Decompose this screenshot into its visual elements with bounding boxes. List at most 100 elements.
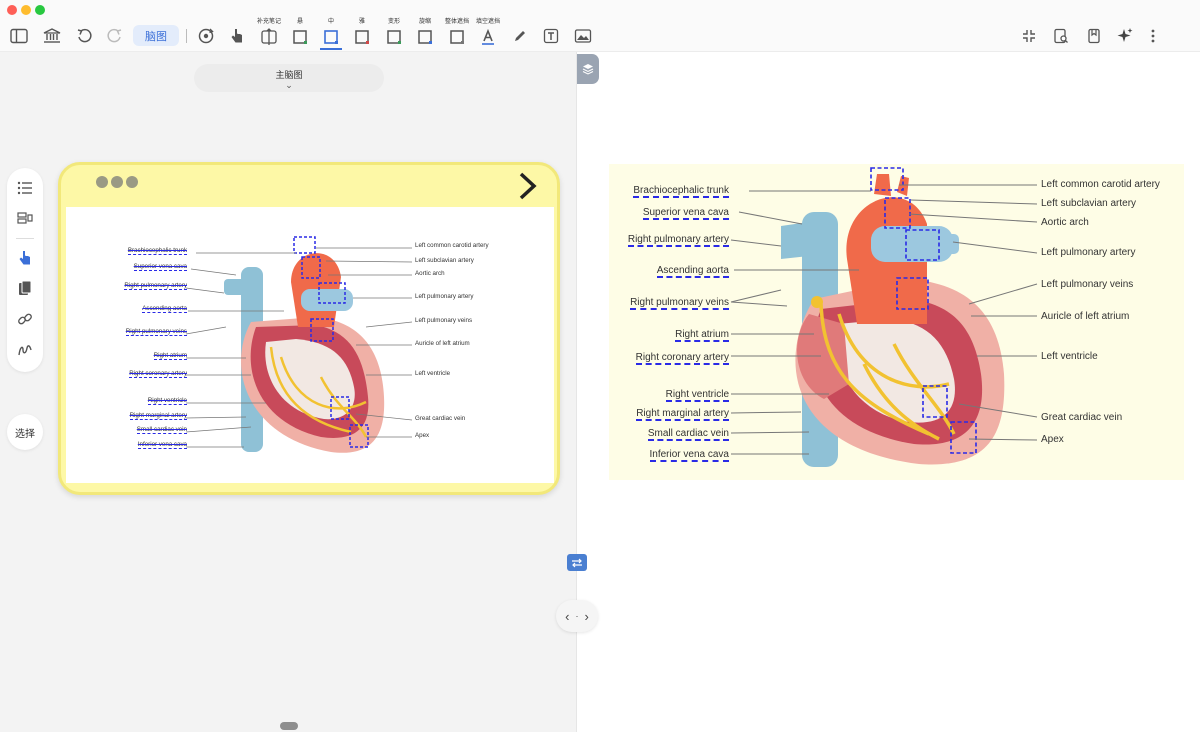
toolbar-divider (186, 29, 187, 43)
heart-diagram: Brachiocephalic trunk Superior vena cava R… (609, 164, 1184, 480)
image-icon[interactable] (572, 25, 594, 47)
layout-icon[interactable] (15, 208, 35, 228)
prev-next-control[interactable]: ‹ · › (556, 600, 598, 632)
search-doc-icon[interactable] (1050, 25, 1072, 47)
supplement-note-button[interactable]: 补充笔记 (252, 18, 286, 52)
rotate-caption: 旋缩 (418, 19, 431, 25)
diagram-structure-label: Ascending aorta (656, 265, 729, 278)
supplement-caption: 补充笔记 (256, 19, 281, 25)
minimize-window-button[interactable] (21, 5, 31, 15)
thumbnail-structure-label: Aortic arch (415, 270, 445, 277)
fill-mask-button[interactable]: 填空遮挡 (471, 18, 505, 52)
frame-transform-icon (384, 27, 404, 47)
diagram-structure-label: Brachiocephalic trunk (633, 185, 729, 198)
mindmap-pane: 主脑图 ⌄ 选择 Brachiocephalic trunk Superior … (0, 52, 577, 732)
thumbnail-structure-label: Small cardiac vein (136, 426, 187, 434)
whole-mask-caption: 整体遮挡 (444, 19, 469, 25)
close-window-button[interactable] (7, 5, 17, 15)
select-tool-button[interactable]: 选择 (7, 414, 43, 450)
frame-dense-icon (352, 27, 372, 47)
thumbnail-structure-label: Great cardiac vein (415, 415, 466, 422)
thumbnail-structure-label: Left subclavian artery (415, 257, 474, 264)
bookmark-icon[interactable] (1083, 25, 1105, 47)
side-tool-rail (7, 168, 43, 372)
review-cycle-icon[interactable] (195, 25, 217, 47)
horizontal-scrollbar[interactable] (280, 722, 298, 730)
dot-separator: · (575, 611, 579, 621)
pointer-tool-icon[interactable] (15, 248, 35, 268)
diagram-structure-label: Apex (1041, 434, 1064, 445)
thumbnail-structure-label: Right atrium (153, 352, 187, 360)
thumbnail-structure-label: Inferior vena cava (137, 441, 187, 449)
diagram-structure-label: Right pulmonary artery (627, 234, 729, 247)
thumbnail-structure-label: Right marginal artery (129, 412, 187, 420)
text-box-icon[interactable] (540, 25, 562, 47)
thumbnail-structure-label: Ascending aorta (142, 305, 187, 313)
chevron-right-icon[interactable] (517, 171, 539, 201)
app-window: 脑图 补充笔记 悬 中 雅 变形 旋缩 整体遮挡 填空遮挡 主脑图 ⌄ 选择 B… (0, 0, 1200, 732)
supplement-icon (259, 27, 279, 47)
thumbnail-structure-label: Auricle of left atrium (415, 340, 470, 347)
thumbnail-structure-label: Apex (415, 432, 430, 439)
undo-icon[interactable] (73, 25, 95, 47)
collapse-icon[interactable] (1018, 25, 1040, 47)
pen-icon[interactable] (509, 25, 531, 47)
diagram-structure-label: Right atrium (675, 329, 729, 342)
mindmap-card[interactable]: Brachiocephalic trunk Superior vena cava R… (58, 162, 560, 495)
text-underline-icon (478, 27, 498, 47)
frame-whole-icon (447, 27, 467, 47)
thumbnail-structure-label: Brachiocephalic trunk (127, 247, 187, 255)
redo-icon[interactable] (104, 25, 126, 47)
diagram-structure-label: Left pulmonary veins (1041, 279, 1134, 290)
hand-pointer-icon[interactable] (226, 25, 248, 47)
thumbnail-structure-label: Right pulmonary veins (125, 328, 187, 336)
thumbnail-structure-label: Superior vena cava (133, 263, 187, 271)
fill-mask-caption: 填空遮挡 (475, 19, 500, 25)
rail-divider (16, 238, 34, 239)
main-map-title[interactable]: 主脑图 ⌄ (194, 64, 384, 92)
card-preview-pane: Brachiocephalic trunk Superior vena cava R… (577, 52, 1200, 732)
thumbnail-structure-label: Right pulmonary artery (124, 282, 187, 290)
more-menu-icon[interactable] (1142, 25, 1164, 47)
link-icon[interactable] (15, 309, 35, 329)
freehand-icon[interactable] (15, 340, 35, 360)
diagram-structure-label: Aortic arch (1041, 217, 1089, 228)
middle-mask-button[interactable]: 中 (314, 18, 348, 52)
diagram-structure-label: Left subclavian artery (1041, 198, 1137, 209)
whole-mask-button[interactable]: 整体遮挡 (440, 18, 474, 52)
diagram-structure-label: Right pulmonary veins (630, 297, 729, 310)
list-icon[interactable] (15, 178, 35, 198)
card-image-area: Brachiocephalic trunk Superior vena cava R… (66, 207, 554, 483)
diagram-structure-label: Left common carotid artery (1041, 179, 1160, 190)
dense-mask-button[interactable]: 雅 (345, 18, 379, 52)
diagram-structure-label: Auricle of left atrium (1041, 311, 1130, 322)
layers-icon[interactable] (577, 54, 599, 84)
main-map-title-text: 主脑图 (275, 70, 303, 80)
chevron-right-nav-icon[interactable]: › (585, 609, 589, 624)
library-icon[interactable] (41, 25, 63, 47)
transform-caption: 变形 (387, 19, 400, 25)
chevron-left-icon[interactable]: ‹ (565, 609, 569, 624)
copy-pages-icon[interactable] (15, 278, 35, 298)
thumbnail-structure-label: Right coronary artery (129, 370, 187, 378)
card-dot (111, 176, 123, 188)
diagram-structure-label: Superior vena cava (642, 207, 729, 220)
diagram-structure-label: Inferior vena cava (649, 449, 729, 462)
transform-mask-button[interactable]: 变形 (377, 18, 411, 52)
sidebar-toggle-icon[interactable] (8, 25, 30, 47)
diagram-structure-label: Right ventricle (665, 389, 729, 402)
sparkle-ai-icon[interactable] (1114, 25, 1136, 47)
border-mask-button[interactable]: 悬 (283, 18, 317, 52)
diagram-structure-label: Left ventricle (1041, 351, 1098, 362)
zoom-window-button[interactable] (35, 5, 45, 15)
mindmap-button[interactable]: 脑图 (133, 25, 179, 46)
thumbnail-structure-label: Left ventricle (415, 370, 451, 377)
frame-rotate-icon (415, 27, 435, 47)
diagram-structure-label: Great cardiac vein (1041, 412, 1123, 423)
rotate-mask-button[interactable]: 旋缩 (408, 18, 442, 52)
frame-active-icon (321, 27, 341, 47)
thumbnail-structure-label: Left common carotid artery (415, 242, 489, 249)
swap-icon[interactable] (567, 554, 587, 571)
diagram-structure-label: Right marginal artery (636, 408, 729, 421)
dense-caption: 雅 (358, 19, 365, 25)
